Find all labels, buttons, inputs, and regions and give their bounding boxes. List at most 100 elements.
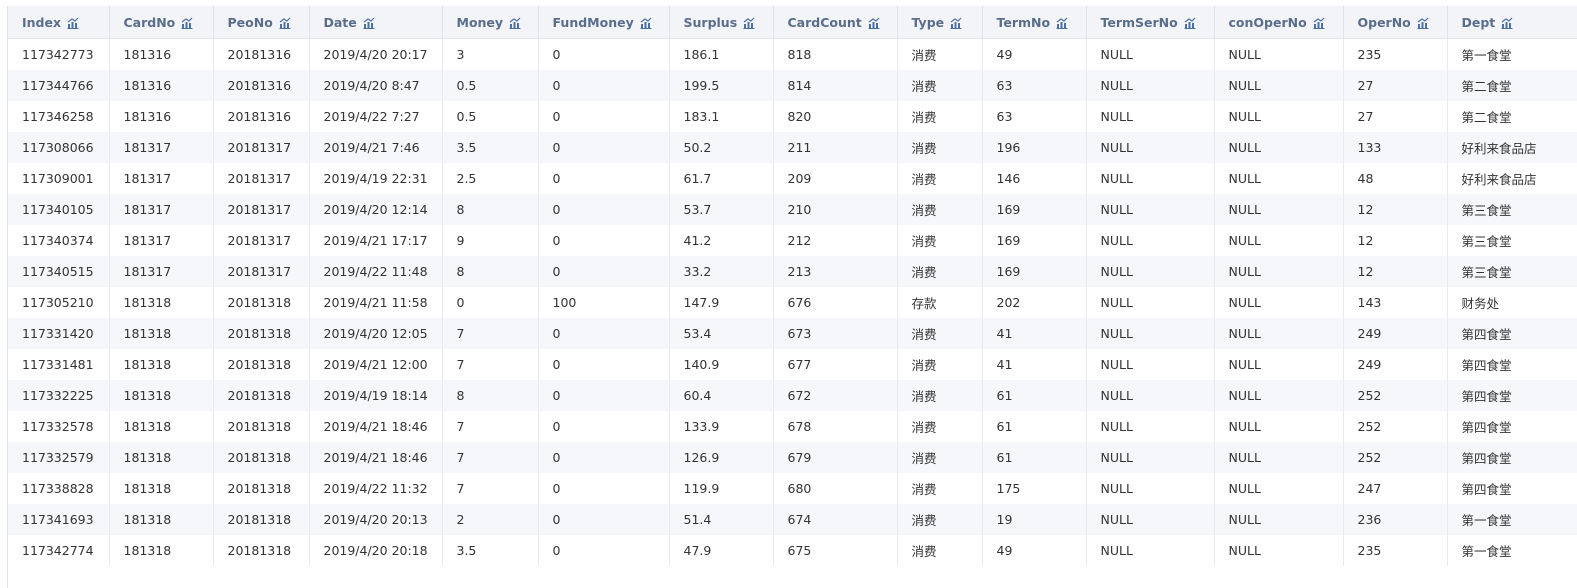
cell-card-count: 679 <box>773 442 898 473</box>
column-header-term-ser-no[interactable]: TermSerNo <box>1086 6 1215 39</box>
column-header-label: CardCount <box>787 15 862 30</box>
cell-date: 2019/4/20 12:05 <box>309 318 443 349</box>
cell-dept: 第四食堂 <box>1447 442 1577 473</box>
table-row[interactable]: 117332578 181318 20181318 2019/4/21 18:46 7 0… <box>8 411 1577 442</box>
column-header-con-oper-no[interactable]: conOperNo <box>1214 6 1344 39</box>
column-chart-icon[interactable] <box>1501 17 1513 29</box>
cell-index: 117338828 <box>8 473 110 504</box>
cell-card-count: 678 <box>773 411 898 442</box>
cell-fund-money: 0 <box>538 380 670 411</box>
column-chart-icon[interactable] <box>67 17 79 29</box>
cell-card-no: 181318 <box>109 442 214 473</box>
cell-con-oper-no: NULL <box>1214 442 1344 473</box>
cell-oper-no: 252 <box>1343 380 1448 411</box>
cell-dept: 财务处 <box>1447 287 1577 318</box>
column-header-card-no[interactable]: CardNo <box>109 6 214 39</box>
cell-surplus: 33.2 <box>669 256 774 287</box>
cell-type: 消费 <box>897 411 983 442</box>
column-header-oper-no[interactable]: OperNo <box>1343 6 1448 39</box>
cell-term-ser-no: NULL <box>1086 318 1215 349</box>
column-chart-icon[interactable] <box>868 17 880 29</box>
table-row[interactable]: 117309001 181317 20181317 2019/4/19 22:31 2.… <box>8 163 1577 194</box>
cell-term-ser-no: NULL <box>1086 411 1215 442</box>
cell-money: 7 <box>442 442 539 473</box>
column-chart-icon[interactable] <box>950 17 962 29</box>
column-header-dept[interactable]: Dept <box>1447 6 1577 39</box>
cell-fund-money: 0 <box>538 411 670 442</box>
column-header-money[interactable]: Money <box>442 6 539 39</box>
cell-type: 消费 <box>897 132 983 163</box>
cell-term-ser-no: NULL <box>1086 535 1215 566</box>
cell-term-ser-no: NULL <box>1086 101 1215 132</box>
cell-oper-no: 27 <box>1343 101 1448 132</box>
column-header-label: Type <box>911 15 945 30</box>
cell-fund-money: 0 <box>538 473 670 504</box>
column-chart-icon[interactable] <box>1184 17 1196 29</box>
cell-term-no: 146 <box>982 163 1087 194</box>
cell-term-ser-no: NULL <box>1086 473 1215 504</box>
cell-term-no: 41 <box>982 318 1087 349</box>
cell-money: 8 <box>442 380 539 411</box>
column-header-term-no[interactable]: TermNo <box>982 6 1087 39</box>
cell-money: 9 <box>442 225 539 256</box>
cell-fund-money: 0 <box>538 225 670 256</box>
table-row[interactable]: 117346258 181316 20181316 2019/4/22 7:27 0.5… <box>8 101 1577 132</box>
table-row[interactable]: 117331420 181318 20181318 2019/4/20 12:05 7 0… <box>8 318 1577 349</box>
column-chart-icon[interactable] <box>509 17 521 29</box>
table-row[interactable]: 117332225 181318 20181318 2019/4/19 18:14 8 0… <box>8 380 1577 411</box>
cell-surplus: 147.9 <box>669 287 774 318</box>
cell-card-no: 181317 <box>109 225 214 256</box>
cell-card-no: 181318 <box>109 473 214 504</box>
cell-term-ser-no: NULL <box>1086 38 1215 70</box>
cell-oper-no: 27 <box>1343 70 1448 101</box>
column-header-label: TermNo <box>996 15 1051 30</box>
column-header-card-count[interactable]: CardCount <box>773 6 898 39</box>
cell-term-no: 169 <box>982 194 1087 225</box>
table-row[interactable]: 117340374 181317 20181317 2019/4/21 17:17 9 0… <box>8 225 1577 256</box>
column-chart-icon[interactable] <box>181 17 193 29</box>
cell-card-count: 675 <box>773 535 898 566</box>
cell-term-ser-no: NULL <box>1086 287 1215 318</box>
cell-con-oper-no: NULL <box>1214 535 1344 566</box>
data-table: Index CardNo PeoNo Date Money FundMoney Surplu… <box>8 6 1577 566</box>
column-header-surplus[interactable]: Surplus <box>669 6 774 39</box>
cell-date: 2019/4/19 22:31 <box>309 163 443 194</box>
cell-card-no: 181317 <box>109 132 214 163</box>
column-header-type[interactable]: Type <box>897 6 983 39</box>
cell-type: 消费 <box>897 70 983 101</box>
table-row[interactable]: 117342774 181318 20181318 2019/4/20 20:18 3.… <box>8 535 1577 566</box>
cell-fund-money: 0 <box>538 318 670 349</box>
table-row[interactable]: 117342773 181316 20181316 2019/4/20 20:17 3 0… <box>8 38 1577 70</box>
cell-dept: 第三食堂 <box>1447 194 1577 225</box>
column-chart-icon[interactable] <box>1417 17 1429 29</box>
table-row[interactable]: 117338828 181318 20181318 2019/4/22 11:32 7 0… <box>8 473 1577 504</box>
cell-date: 2019/4/21 7:46 <box>309 132 443 163</box>
cell-term-no: 19 <box>982 504 1087 535</box>
table-row[interactable]: 117344766 181316 20181316 2019/4/20 8:47 0.5… <box>8 70 1577 101</box>
table-row[interactable]: 117308066 181317 20181317 2019/4/21 7:46 3.5… <box>8 132 1577 163</box>
cell-dept: 第二食堂 <box>1447 101 1577 132</box>
cell-fund-money: 0 <box>538 442 670 473</box>
table-row[interactable]: 117331481 181318 20181318 2019/4/21 12:00 7 0… <box>8 349 1577 380</box>
table-row[interactable]: 117305210 181318 20181318 2019/4/21 11:58 0 1… <box>8 287 1577 318</box>
column-chart-icon[interactable] <box>363 17 375 29</box>
cell-card-no: 181316 <box>109 70 214 101</box>
column-chart-icon[interactable] <box>279 17 291 29</box>
column-chart-icon[interactable] <box>640 17 652 29</box>
column-header-peo-no[interactable]: PeoNo <box>213 6 310 39</box>
column-chart-icon[interactable] <box>1313 17 1325 29</box>
cell-surplus: 133.9 <box>669 411 774 442</box>
column-header-fund-money[interactable]: FundMoney <box>538 6 670 39</box>
table-row[interactable]: 117341693 181318 20181318 2019/4/20 20:13 2 0… <box>8 504 1577 535</box>
cell-term-no: 61 <box>982 442 1087 473</box>
column-header-index[interactable]: Index <box>8 6 110 39</box>
cell-fund-money: 0 <box>538 163 670 194</box>
column-chart-icon[interactable] <box>743 17 755 29</box>
table-row[interactable]: 117340515 181317 20181317 2019/4/22 11:48 8 0… <box>8 256 1577 287</box>
table-row[interactable]: 117340105 181317 20181317 2019/4/20 12:14 8 0… <box>8 194 1577 225</box>
cell-dept: 第一食堂 <box>1447 535 1577 566</box>
column-header-date[interactable]: Date <box>309 6 443 39</box>
cell-oper-no: 235 <box>1343 535 1448 566</box>
column-chart-icon[interactable] <box>1056 17 1068 29</box>
table-row[interactable]: 117332579 181318 20181318 2019/4/21 18:46 7 0… <box>8 442 1577 473</box>
